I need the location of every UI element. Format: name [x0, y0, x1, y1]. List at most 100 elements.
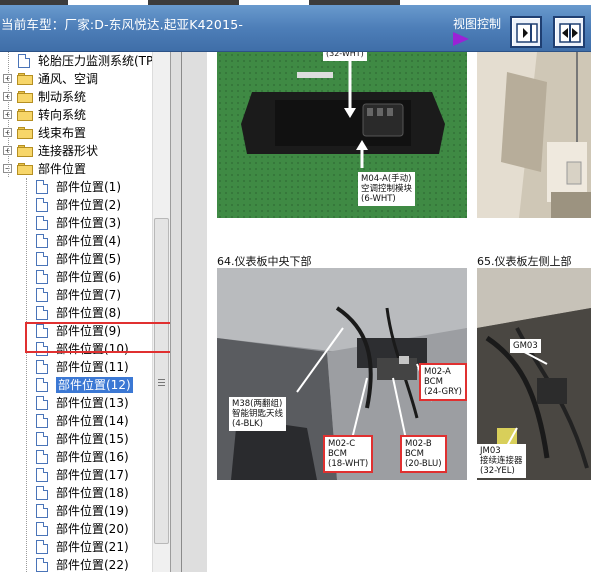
tree-item-label: 部件位置(11) — [56, 360, 129, 374]
tree-item-label: 连接器形状 — [38, 144, 99, 158]
callout-jm03: JM03 接续连接器 (32-YEL) — [477, 444, 526, 478]
document-icon — [36, 540, 48, 554]
tree-item-label: 部件位置(2) — [56, 198, 121, 212]
folder-icon — [17, 109, 33, 121]
document-icon — [36, 360, 48, 374]
tree-doc-item[interactable]: 部件位置(16) — [0, 448, 152, 466]
tree-item-label: 轮胎压力监测系统(TPM — [38, 54, 164, 68]
document-icon — [36, 558, 48, 572]
callout-m02b: M02-B BCM (20-BLU) — [400, 435, 447, 473]
callout-m02c-line2: BCM — [328, 449, 347, 459]
callout-m04a-line3: (6-WHT) — [361, 194, 396, 204]
tree-item-label: 部件位置(17) — [56, 468, 129, 482]
tree-doc-item[interactable]: 部件位置(7) — [0, 286, 152, 304]
top-strip — [0, 0, 591, 5]
tree-doc-item[interactable]: 部件位置(11) — [0, 358, 152, 376]
document-icon — [36, 450, 48, 464]
document-icon — [36, 378, 48, 392]
callout-m02c-line1: M02-C — [328, 439, 356, 449]
tree-guide-line — [26, 178, 27, 572]
document-icon — [36, 522, 48, 536]
document-icon — [36, 486, 48, 500]
callout-m02b-line3: (20-BLU) — [405, 459, 442, 469]
tree-doc-item[interactable]: 部件位置(6) — [0, 268, 152, 286]
document-icon — [36, 288, 48, 302]
tree-doc-item[interactable]: 部件位置(19) — [0, 502, 152, 520]
callout-jm03-line1: JM03 — [480, 446, 501, 456]
callout-m38-line3: (4-BLK) — [232, 419, 263, 429]
tree-item-label: 线束布置 — [38, 126, 87, 140]
document-icon — [36, 234, 48, 248]
tree-folder-item[interactable]: + 连接器形状 — [0, 142, 152, 160]
caption-64: 64.仪表板中央下部 — [217, 255, 312, 268]
tree-item-label: 转向系统 — [38, 108, 87, 122]
panel-right-button[interactable] — [510, 16, 542, 48]
current-vehicle-label: 当前车型：厂家:D-东风悦达.起亚K42015- — [1, 17, 244, 32]
callout-m02b-line2: BCM — [405, 449, 424, 459]
navigation-tree: 轮胎压力监测系统(TPM + 通风、空调 + 制动系统 + 转向系统 + 线束布置 + 连接器形状 −… — [0, 52, 164, 572]
tree-scroll-thumb[interactable] — [154, 218, 169, 544]
tree-item-label: 部件位置(12) — [56, 377, 133, 393]
play-icon[interactable] — [453, 32, 469, 46]
panel-split-button[interactable] — [553, 16, 585, 48]
tree-item-label: 部件位置(13) — [56, 396, 129, 410]
tree-doc-item[interactable]: 轮胎压力监测系统(TPM — [0, 52, 164, 70]
folder-icon — [17, 127, 33, 139]
tree-scrollbar[interactable] — [152, 52, 170, 572]
tree-doc-item[interactable]: 部件位置(2) — [0, 196, 152, 214]
folder-icon — [17, 91, 33, 103]
tree-item-label: 部件位置(22) — [56, 558, 129, 572]
tree-folder-item[interactable]: + 线束布置 — [0, 124, 152, 142]
tree-doc-item[interactable]: 部件位置(14) — [0, 412, 152, 430]
tree-doc-item[interactable]: 部件位置(3) — [0, 214, 152, 232]
caption-65: 65.仪表板左侧上部 — [477, 255, 572, 268]
callout-m38-line2: 智能钥匙天线 — [232, 409, 284, 419]
panel-right-icon — [516, 23, 538, 43]
panel-splitter[interactable] — [170, 52, 207, 572]
tree-item-label: 部件位置(6) — [56, 270, 121, 284]
tree-folder-item[interactable]: + 转向系统 — [0, 106, 152, 124]
tree-doc-item[interactable]: 部件位置(21) — [0, 538, 152, 556]
document-icon — [36, 252, 48, 266]
tree-folder-item[interactable]: − 部件位置 — [0, 160, 152, 178]
callout-m02a-line1: M02-A — [424, 367, 451, 377]
photo-interior-trim — [477, 52, 591, 218]
document-icon — [36, 504, 48, 518]
folder-icon — [17, 73, 33, 85]
document-icon — [36, 468, 48, 482]
callout-m04a-line2: 空调控制模块 — [361, 184, 413, 194]
callout-m38-line1: M38(两翻组) — [232, 399, 283, 409]
callout-jm03-line3: (32-YEL) — [480, 466, 515, 476]
callout-jm03-line2: 接续连接器 — [480, 456, 523, 466]
tree-item-label: 部件位置(19) — [56, 504, 129, 518]
tree-folder-item[interactable]: + 制动系统 — [0, 88, 152, 106]
tree-doc-item[interactable]: 部件位置(12) — [0, 376, 152, 394]
tree-doc-item[interactable]: 部件位置(20) — [0, 520, 152, 538]
tree-item-label: 部件位置(5) — [56, 252, 121, 266]
callout-m02a-line3: (24-GRY) — [424, 387, 462, 397]
tree-doc-item[interactable]: 部件位置(4) — [0, 232, 152, 250]
tree-doc-item[interactable]: 部件位置(1) — [0, 178, 152, 196]
navigation-tree-panel: 轮胎压力监测系统(TPM + 通风、空调 + 制动系统 + 转向系统 + 线束布置 + 连接器形状 −… — [0, 52, 170, 572]
tree-doc-item[interactable]: 部件位置(18) — [0, 484, 152, 502]
app-window: 当前车型：厂家:D-东风悦达.起亚K42015- 视图控制 轮胎压力监测系统(T… — [0, 0, 591, 572]
document-viewer: (32-WHT) M04-A(手动) 空调控制模块 (6-WHT) 64.仪表板… — [207, 52, 591, 572]
tree-doc-item[interactable]: 部件位置(17) — [0, 466, 152, 484]
callout-m04a-line1: M04-A(手动) — [361, 174, 412, 184]
tree-doc-item[interactable]: 部件位置(8) — [0, 304, 152, 322]
tree-folder-item[interactable]: + 通风、空调 — [0, 70, 152, 88]
tree-item-label: 部件位置(14) — [56, 414, 129, 428]
callout-m02b-line1: M02-B — [405, 439, 432, 449]
document-icon — [36, 198, 48, 212]
tree-item-label: 通风、空调 — [38, 72, 99, 86]
tree-doc-item[interactable]: 部件位置(15) — [0, 430, 152, 448]
tree-doc-item[interactable]: 部件位置(5) — [0, 250, 152, 268]
tree-guide-line — [8, 52, 9, 177]
header-bar: 当前车型：厂家:D-东风悦达.起亚K42015- 视图控制 — [0, 0, 591, 52]
callout-m02a: M02-A BCM (24-GRY) — [419, 363, 467, 401]
tree-doc-item[interactable]: 部件位置(22) — [0, 556, 152, 572]
callout-m02c: M02-C BCM (18-WHT) — [323, 435, 374, 473]
tree-item-label: 部件位置(15) — [56, 432, 129, 446]
tree-item-label: 部件位置(20) — [56, 522, 129, 536]
tree-doc-item[interactable]: 部件位置(13) — [0, 394, 152, 412]
